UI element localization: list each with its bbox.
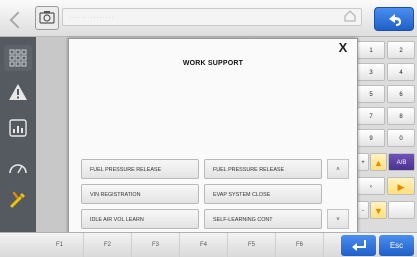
key-minus[interactable]: - xyxy=(357,201,369,219)
dialog-title: WORK SUPPORT xyxy=(182,60,244,67)
grid-icon xyxy=(9,49,27,67)
key-7[interactable]: 7 xyxy=(357,107,385,125)
key-1[interactable]: 1 xyxy=(357,41,385,59)
f4-key[interactable]: F4 xyxy=(180,233,228,257)
key-6[interactable]: 6 xyxy=(387,85,415,103)
function-item-fuel-pressure-release[interactable]: FUEL PRESSURE RELEASE xyxy=(81,159,199,179)
scan-tool-screen: · · · · · · · · · · · · · · · 1 2 3 4 5 … xyxy=(0,0,417,257)
enter-arrow-icon xyxy=(352,240,366,251)
chart-icon xyxy=(9,119,27,137)
return-arrow-icon xyxy=(389,14,401,26)
key-blank[interactable] xyxy=(388,201,415,219)
f3-key[interactable]: F3 xyxy=(132,233,180,257)
key-ab[interactable]: A/B xyxy=(388,153,415,171)
key-3[interactable]: 3 xyxy=(357,63,385,81)
f5-key[interactable]: F5 xyxy=(228,233,276,257)
sidebar-item-gauge[interactable] xyxy=(4,155,32,181)
function-item-idle-air-vol-learn[interactable]: IDLE AIR VOL LEARN xyxy=(81,209,199,229)
key-right-arrow[interactable]: ▶ xyxy=(387,177,415,195)
enter-key[interactable] xyxy=(341,235,376,256)
key-up-arrow[interactable]: ▲ xyxy=(370,153,387,171)
left-sidebar xyxy=(0,37,36,232)
sidebar-item-grid[interactable] xyxy=(4,45,32,71)
escape-key[interactable]: Esc xyxy=(379,235,414,256)
path-bar: · · · · · · · · · · · · · · · xyxy=(62,8,362,26)
key-down-arrow[interactable]: ▼ xyxy=(370,201,387,219)
list-scrollbar[interactable]: ˄ ˅ xyxy=(327,159,349,229)
scroll-down-button[interactable]: ˅ xyxy=(327,209,349,229)
work-support-dialog: X WORK SUPPORT FUEL PRESSURE RELEASE FUE… xyxy=(68,38,358,235)
key-2[interactable]: 2 xyxy=(387,41,415,59)
scroll-up-button[interactable]: ˄ xyxy=(327,159,349,179)
close-button[interactable]: X xyxy=(333,40,353,56)
camera-button[interactable] xyxy=(35,6,59,30)
key-plus[interactable]: + xyxy=(357,153,369,171)
sidebar-item-warning[interactable] xyxy=(4,79,32,105)
home-icon[interactable] xyxy=(343,9,357,23)
key-5[interactable]: 5 xyxy=(357,85,385,103)
function-item-self-learning-cont[interactable]: SELF-LEARNING CONT xyxy=(204,209,322,229)
f1-key[interactable]: F1 xyxy=(36,233,84,257)
sidebar-item-chart[interactable] xyxy=(4,115,32,141)
wrench-icon xyxy=(10,191,25,208)
gauge-icon xyxy=(9,164,27,174)
f6-key[interactable]: F6 xyxy=(276,233,324,257)
key-9[interactable]: 9 xyxy=(357,129,385,147)
function-key-bar: F1 F2 F3 F4 F5 F6 Esc xyxy=(0,232,417,257)
key-8[interactable]: 8 xyxy=(387,107,415,125)
warning-icon xyxy=(9,84,27,100)
key-left-arrow[interactable]: ‹ xyxy=(357,177,385,195)
nav-back-icon[interactable] xyxy=(9,11,27,29)
function-item-evap-system-close[interactable]: EVAP SYSTEM CLOSE xyxy=(204,184,322,204)
top-bar: · · · · · · · · · · · · · · · xyxy=(0,0,417,37)
keypad: 1 2 3 4 5 6 7 8 9 0 + ▲ A/B ‹ ▶ - ▼ xyxy=(355,37,417,232)
sidebar-item-tools[interactable] xyxy=(4,187,32,213)
key-4[interactable]: 4 xyxy=(387,63,415,81)
back-button[interactable] xyxy=(374,7,414,31)
key-0[interactable]: 0 xyxy=(387,129,415,147)
f2-key[interactable]: F2 xyxy=(84,233,132,257)
function-item-fuel-pressure-release-2[interactable]: FUEL PRESSURE RELEASE xyxy=(204,159,322,179)
camera-icon xyxy=(39,11,55,24)
function-item-vin-registration[interactable]: VIN REGISTRATION xyxy=(81,184,199,204)
